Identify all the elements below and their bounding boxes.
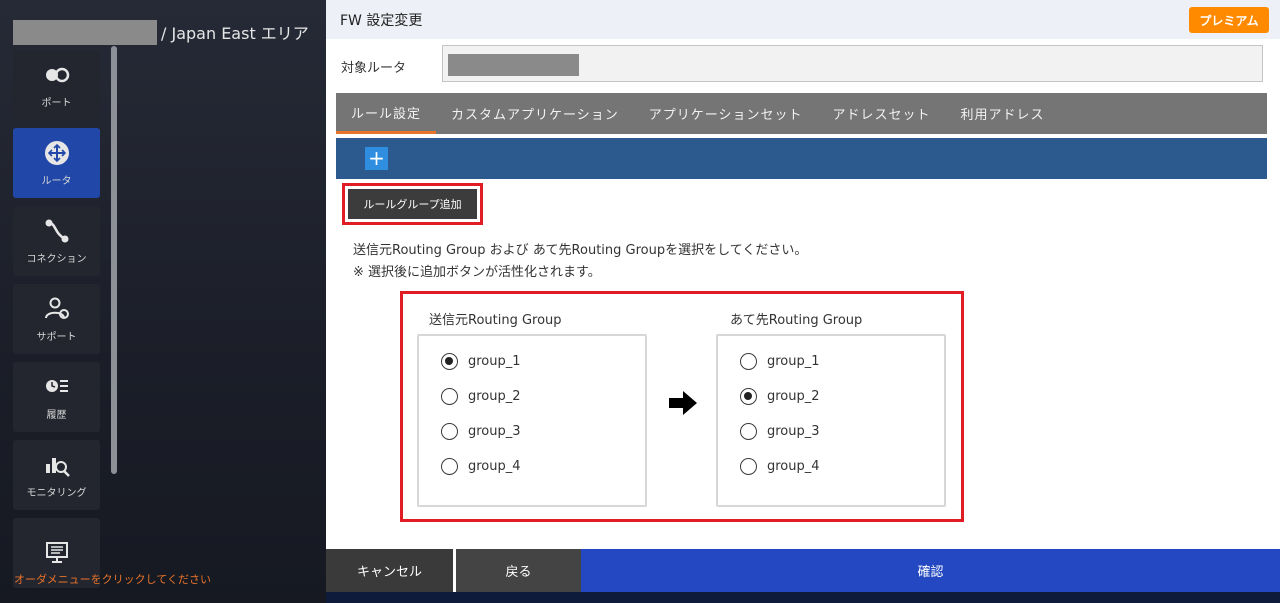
sidebar-item-label: 履歴 <box>46 409 67 421</box>
tab-rule-settings[interactable]: ルール設定 <box>336 93 437 134</box>
radio-button[interactable] <box>740 457 757 475</box>
radio-button[interactable] <box>740 387 757 405</box>
destination-option-group-4[interactable]: group_4 <box>740 456 820 476</box>
rule-group-add-highlight: ルールグループ追加 <box>342 183 483 225</box>
order-menu-message: オーダメニューをクリックしてください <box>14 573 212 586</box>
monitoring-icon <box>45 457 70 477</box>
masked-contract-name <box>13 19 157 45</box>
sidebar-item-label: モニタリング <box>26 487 87 499</box>
tab-address-set[interactable]: アドレスセット <box>818 93 946 134</box>
sidebar-item-connection[interactable]: コネクション <box>13 206 100 276</box>
masked-router-name <box>448 54 579 76</box>
tab-used-address[interactable]: 利用アドレス <box>946 93 1060 134</box>
support-icon <box>44 297 69 319</box>
destination-option-group-2[interactable]: group_2 <box>740 386 820 406</box>
fw-settings-modal: FW 設定変更 プレミアム 対象ルータ ルール設定 カスタムアプリケーション ア… <box>326 0 1280 592</box>
source-option-group-1[interactable]: group_1 <box>441 351 521 371</box>
rule-toolbar: + <box>336 138 1267 179</box>
router-icon <box>44 140 69 165</box>
source-option-group-4[interactable]: group_4 <box>441 456 521 476</box>
source-option-group-3[interactable]: group_3 <box>441 421 521 441</box>
sidebar-item-monitoring[interactable]: モニタリング <box>13 440 100 510</box>
radio-button[interactable] <box>441 457 458 475</box>
target-router-label: 対象ルータ <box>341 61 407 76</box>
destination-group-list: group_1 group_2 group_3 group_4 <box>716 334 946 507</box>
sidebar-item-port[interactable]: ポート <box>13 50 100 120</box>
tab-application-set[interactable]: アプリケーションセット <box>634 93 818 134</box>
radio-button[interactable] <box>441 422 458 440</box>
sidebar-item-label: ルータ <box>41 175 72 187</box>
sidebar-item-router[interactable]: ルータ <box>13 128 100 198</box>
bottom-strip <box>326 592 1280 603</box>
radio-button[interactable] <box>441 352 458 370</box>
port-icon <box>45 67 69 82</box>
routing-group-selection-highlight: 送信元Routing Group group_1 group_2 group_3… <box>400 291 964 522</box>
back-button[interactable]: 戻る <box>456 549 581 592</box>
sidebar-item-label: ポート <box>41 97 72 109</box>
modal-footer: キャンセル 戻る 確認 <box>326 549 1280 592</box>
region-header: / Japan East エリア <box>13 19 309 45</box>
rule-group-add-button[interactable]: ルールグループ追加 <box>348 189 477 219</box>
settings-tabs: ルール設定 カスタムアプリケーション アプリケーションセット アドレスセット 利… <box>336 93 1267 134</box>
region-title: / Japan East エリア <box>161 24 309 43</box>
background-app: / Japan East エリア ポート ルータ コネクション サポート 履歴 … <box>0 0 326 603</box>
sidebar-item-history[interactable]: 履歴 <box>13 362 100 432</box>
sidebar-nav: ポート ルータ コネクション サポート 履歴 モニタリング <box>13 50 100 596</box>
sidebar-item-support[interactable]: サポート <box>13 284 100 354</box>
sidebar-item-label: サポート <box>36 331 77 343</box>
destination-group-title: あて先Routing Group <box>730 313 863 328</box>
radio-button[interactable] <box>740 422 757 440</box>
display-icon <box>45 542 68 563</box>
source-group-list: group_1 group_2 group_3 group_4 <box>417 334 647 507</box>
add-button[interactable]: + <box>365 147 388 170</box>
radio-button[interactable] <box>441 387 458 405</box>
radio-button[interactable] <box>740 352 757 370</box>
target-router-field <box>442 45 1263 82</box>
history-icon <box>45 379 68 392</box>
source-option-group-2[interactable]: group_2 <box>441 386 521 406</box>
tab-custom-application[interactable]: カスタムアプリケーション <box>436 93 634 134</box>
destination-option-group-1[interactable]: group_1 <box>740 351 820 371</box>
cancel-button[interactable]: キャンセル <box>326 549 453 592</box>
sidebar-item-label: コネクション <box>26 253 87 265</box>
modal-header: FW 設定変更 プレミアム <box>326 0 1280 39</box>
source-group-title: 送信元Routing Group <box>429 313 562 328</box>
destination-option-group-3[interactable]: group_3 <box>740 421 820 441</box>
instruction-text: 送信元Routing Group および あて先Routing Groupを選択… <box>353 243 808 258</box>
arrow-right-icon <box>669 391 697 415</box>
instruction-note: ※ 選択後に追加ボタンが活性化されます。 <box>353 265 601 280</box>
sidebar-scrollbar[interactable] <box>111 46 117 474</box>
connection-icon <box>45 219 68 242</box>
modal-title: FW 設定変更 <box>340 13 423 29</box>
confirm-button[interactable]: 確認 <box>581 549 1280 592</box>
premium-badge: プレミアム <box>1189 7 1269 33</box>
